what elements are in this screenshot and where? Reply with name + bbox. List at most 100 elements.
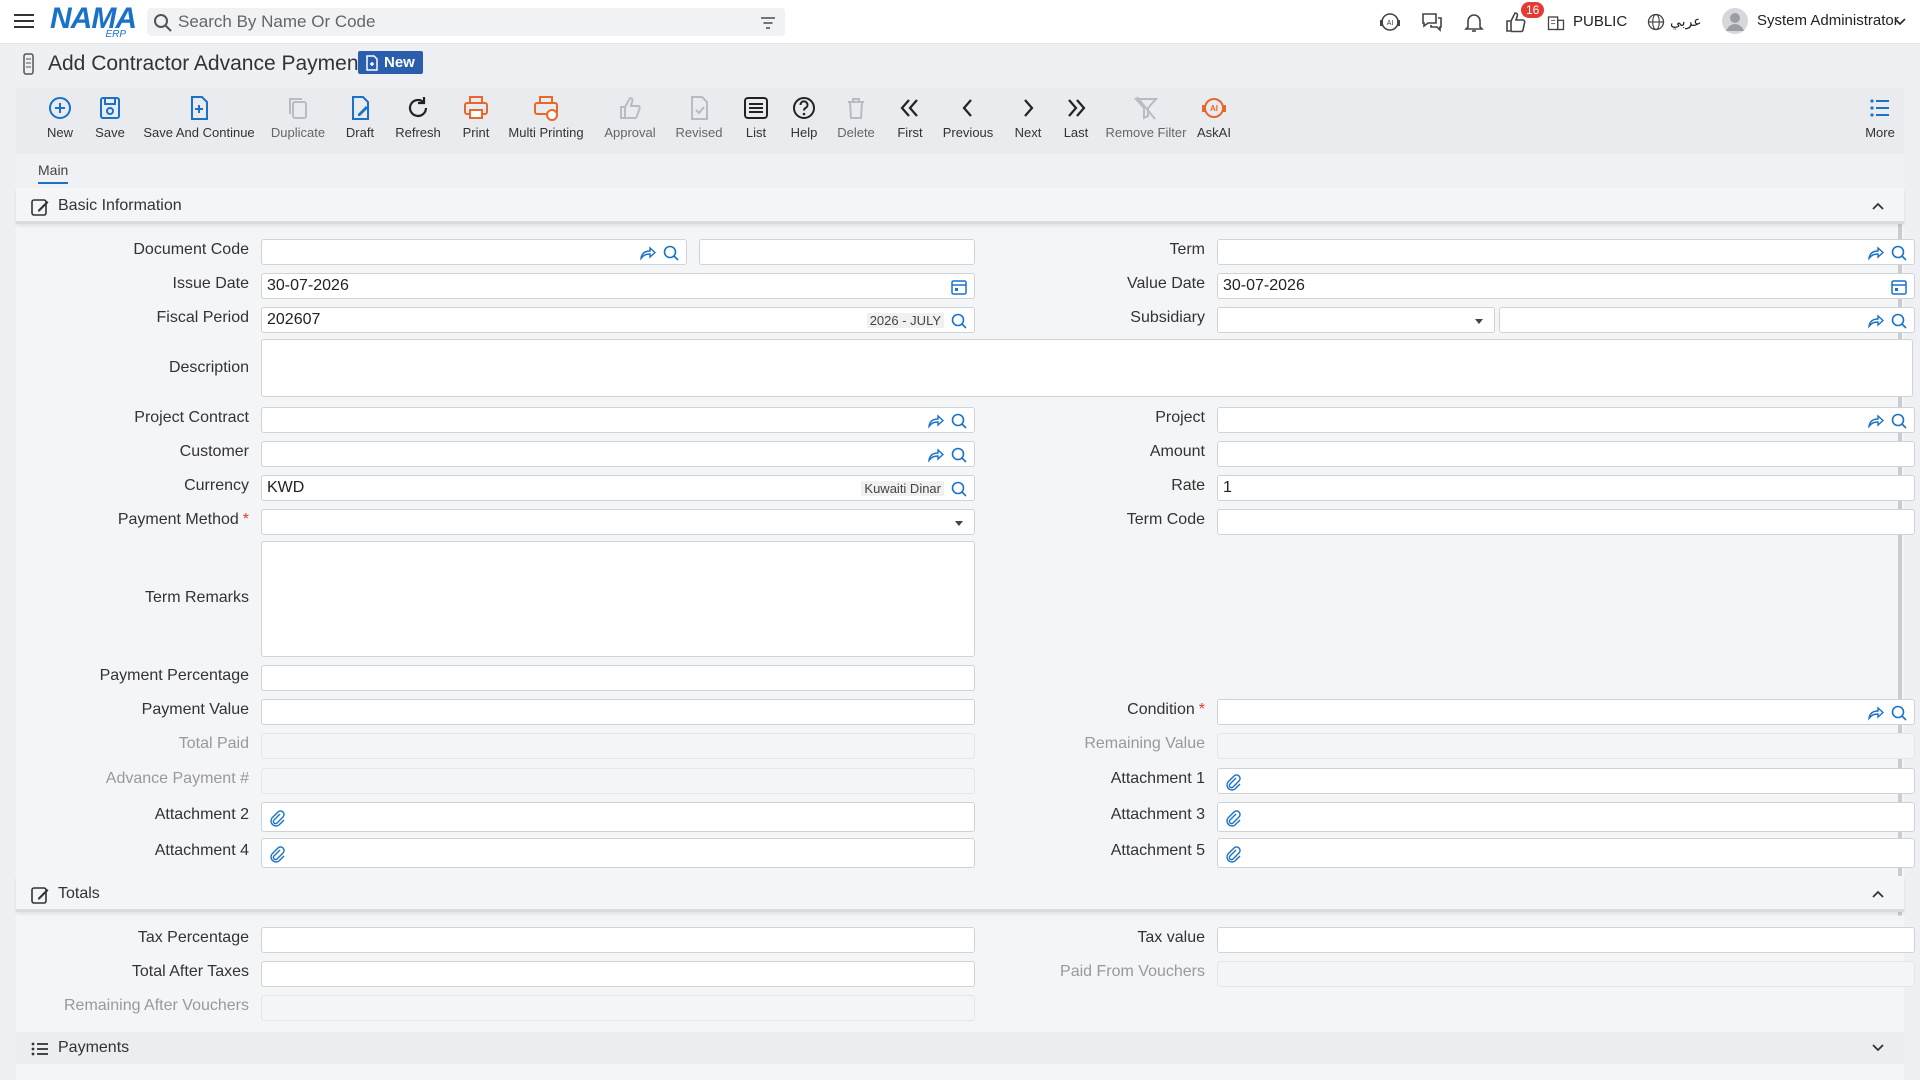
askai-button[interactable]: AI AskAI bbox=[1180, 94, 1248, 140]
lookup-icon[interactable] bbox=[950, 480, 968, 498]
search-icon bbox=[154, 14, 172, 32]
ai-support-icon[interactable]: AI bbox=[1378, 10, 1402, 34]
subsidiary-select[interactable] bbox=[1217, 307, 1495, 333]
user-menu[interactable]: System Administrator bbox=[1757, 12, 1899, 29]
caret-down-icon bbox=[955, 521, 963, 526]
logo[interactable]: NAMA ERP bbox=[50, 4, 137, 41]
share-icon[interactable] bbox=[1866, 312, 1884, 330]
lookup-icon[interactable] bbox=[950, 446, 968, 464]
draft-label: Draft bbox=[345, 125, 375, 140]
refresh-button[interactable]: Refresh bbox=[388, 94, 448, 140]
share-icon[interactable] bbox=[1866, 412, 1884, 430]
tax-percentage-field[interactable] bbox=[261, 927, 975, 953]
fiscal-period-field[interactable]: 202607 2026 - JULY bbox=[261, 307, 975, 333]
save-icon bbox=[100, 97, 120, 119]
paperclip-icon[interactable] bbox=[1224, 809, 1242, 827]
attachment4-field[interactable] bbox=[261, 838, 975, 868]
chevron-down-icon[interactable] bbox=[1893, 15, 1907, 29]
filter-icon[interactable] bbox=[759, 14, 777, 32]
issue-date-field[interactable]: 30-07-2026 bbox=[261, 273, 975, 299]
share-icon[interactable] bbox=[1866, 704, 1884, 722]
language-switch[interactable]: عربي bbox=[1670, 13, 1702, 30]
share-icon[interactable] bbox=[1866, 244, 1884, 262]
save-button[interactable]: Save bbox=[80, 94, 140, 140]
lookup-icon[interactable] bbox=[1890, 704, 1908, 722]
lookup-icon[interactable] bbox=[1890, 412, 1908, 430]
amount-label: Amount bbox=[1149, 443, 1205, 460]
duplicate-button[interactable]: Duplicate bbox=[256, 94, 340, 140]
multi-printer-icon bbox=[534, 96, 558, 121]
search-input[interactable] bbox=[178, 10, 738, 34]
chat-icon[interactable] bbox=[1420, 10, 1444, 34]
tax-value-field[interactable] bbox=[1217, 927, 1915, 953]
document-code-field[interactable] bbox=[261, 239, 687, 265]
fiscal-period-label: Fiscal Period bbox=[156, 309, 249, 326]
remaining-after-vouchers-field bbox=[261, 995, 975, 1021]
rate-field[interactable]: 1 bbox=[1217, 475, 1915, 501]
condition-field[interactable] bbox=[1217, 699, 1915, 725]
lookup-icon[interactable] bbox=[950, 412, 968, 430]
term-remarks-textarea[interactable] bbox=[261, 541, 975, 657]
chevron-left-icon bbox=[962, 99, 972, 117]
payment-percentage-field[interactable] bbox=[261, 665, 975, 691]
contractor-icon bbox=[23, 53, 34, 75]
trash-icon bbox=[848, 98, 864, 119]
description-textarea[interactable] bbox=[261, 339, 1913, 397]
attachment5-field[interactable] bbox=[1217, 838, 1915, 868]
subsidiary-code-field[interactable] bbox=[1499, 307, 1915, 333]
section-totals[interactable]: Totals bbox=[16, 876, 1904, 912]
calendar-icon[interactable] bbox=[950, 278, 968, 296]
document-code-name-field[interactable] bbox=[699, 239, 975, 265]
top-bar: NAMA ERP AI 16 PUBLIC عربي System Admini… bbox=[0, 0, 1920, 44]
currency-field[interactable]: KWD Kuwaiti Dinar bbox=[261, 475, 975, 501]
copy-icon bbox=[289, 98, 307, 119]
fiscal-period-value: 202607 bbox=[267, 311, 321, 328]
paperclip-icon[interactable] bbox=[1224, 773, 1242, 791]
customer-label: Customer bbox=[179, 443, 249, 460]
payment-value-field[interactable] bbox=[261, 699, 975, 725]
term-code-field[interactable] bbox=[1217, 509, 1915, 535]
attachment1-field[interactable] bbox=[1217, 768, 1915, 794]
share-icon[interactable] bbox=[638, 244, 656, 262]
lookup-icon[interactable] bbox=[662, 244, 680, 262]
paperclip-icon[interactable] bbox=[268, 809, 286, 827]
term-code-label: Term Code bbox=[1126, 511, 1205, 528]
multi-printing-button[interactable]: Multi Printing bbox=[496, 94, 596, 140]
attachment3-label: Attachment 3 bbox=[1110, 806, 1205, 823]
previous-button[interactable]: Previous bbox=[930, 94, 1006, 140]
notification-badge: 16 bbox=[1521, 2, 1545, 18]
revised-button[interactable]: Revised bbox=[662, 94, 736, 140]
term-field[interactable] bbox=[1217, 239, 1915, 265]
tab-main[interactable]: Main bbox=[38, 162, 69, 184]
share-icon[interactable] bbox=[926, 412, 944, 430]
project-field[interactable] bbox=[1217, 407, 1915, 433]
menu-icon[interactable] bbox=[14, 11, 34, 31]
total-after-taxes-field[interactable] bbox=[261, 961, 975, 987]
section-basic-information[interactable]: Basic Information bbox=[16, 188, 1904, 224]
save-and-continue-button[interactable]: Save And Continue bbox=[132, 94, 266, 140]
amount-field[interactable] bbox=[1217, 441, 1915, 467]
lookup-icon[interactable] bbox=[1890, 312, 1908, 330]
customer-field[interactable] bbox=[261, 441, 975, 467]
lookup-icon[interactable] bbox=[1890, 244, 1908, 262]
attachment3-field[interactable] bbox=[1217, 802, 1915, 832]
paperclip-icon[interactable] bbox=[268, 845, 286, 863]
globe-icon[interactable] bbox=[1646, 10, 1666, 34]
lookup-icon[interactable] bbox=[950, 312, 968, 330]
payment-method-select[interactable] bbox=[261, 509, 975, 535]
share-icon[interactable] bbox=[926, 446, 944, 464]
chevron-up-icon bbox=[1872, 202, 1884, 210]
company-selector[interactable]: PUBLIC bbox=[1573, 13, 1627, 30]
paperclip-icon[interactable] bbox=[1224, 845, 1242, 863]
section-title: Totals bbox=[58, 885, 100, 902]
section-payments[interactable]: Payments bbox=[16, 1032, 1904, 1064]
draft-button[interactable]: Draft bbox=[330, 94, 390, 140]
edit-icon bbox=[31, 199, 49, 216]
more-button[interactable]: More bbox=[1858, 94, 1902, 140]
avatar[interactable] bbox=[1722, 8, 1748, 34]
calendar-icon[interactable] bbox=[1890, 278, 1908, 296]
bell-icon[interactable] bbox=[1462, 10, 1486, 34]
project-contract-field[interactable] bbox=[261, 407, 975, 433]
value-date-field[interactable]: 30-07-2026 bbox=[1217, 273, 1915, 299]
attachment2-field[interactable] bbox=[261, 802, 975, 832]
